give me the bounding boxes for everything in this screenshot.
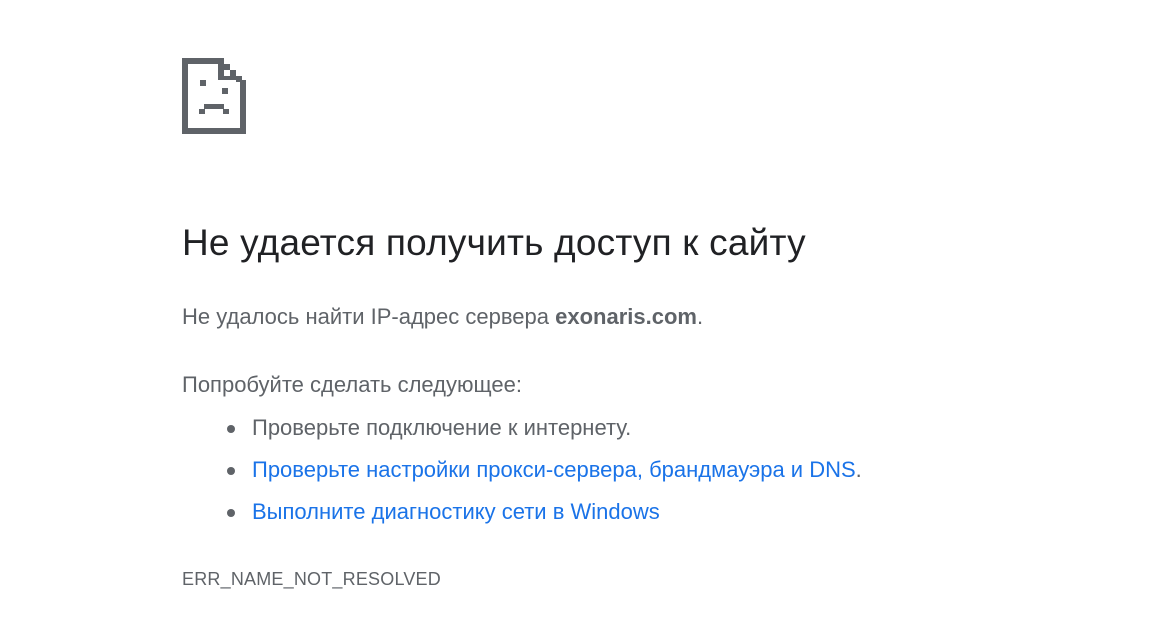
- page-title: Не удается получить доступ к сайту: [182, 222, 806, 263]
- suggestions-heading: Попробуйте сделать следующее:: [182, 372, 522, 397]
- server-hostname: exonaris.com: [555, 304, 697, 329]
- sad-page-icon: [182, 58, 246, 134]
- suggestion-check-connection: Проверьте подключение к интернету.: [252, 415, 632, 440]
- error-message-suffix: .: [696, 304, 704, 329]
- windows-network-diagnostics-link[interactable]: Выполните диагностику сети в Windows: [252, 499, 660, 524]
- error-page-content: Не удается получить доступ к сайту Не уд…: [182, 58, 1082, 589]
- bullet-icon: [227, 425, 235, 433]
- suggestions-list: Проверьте подключение к интернету. Прове…: [182, 412, 862, 538]
- error-message: Не удалось найти IP-адрес сервера exonar…: [182, 304, 703, 330]
- bullet-icon: [227, 467, 235, 475]
- suggestion-suffix: .: [855, 457, 862, 482]
- error-code: ERR_NAME_NOT_RESOLVED: [182, 569, 441, 589]
- bullet-icon: [227, 509, 235, 517]
- list-item: Проверьте настройки прокси-сервера, бран…: [182, 454, 862, 496]
- list-item: Выполните диагностику сети в Windows: [182, 496, 862, 538]
- list-item: Проверьте подключение к интернету.: [182, 412, 862, 454]
- proxy-firewall-dns-settings-link[interactable]: Проверьте настройки прокси-сервера, бран…: [252, 457, 856, 482]
- error-message-prefix: Не удалось найти IP-адрес сервера: [182, 304, 556, 329]
